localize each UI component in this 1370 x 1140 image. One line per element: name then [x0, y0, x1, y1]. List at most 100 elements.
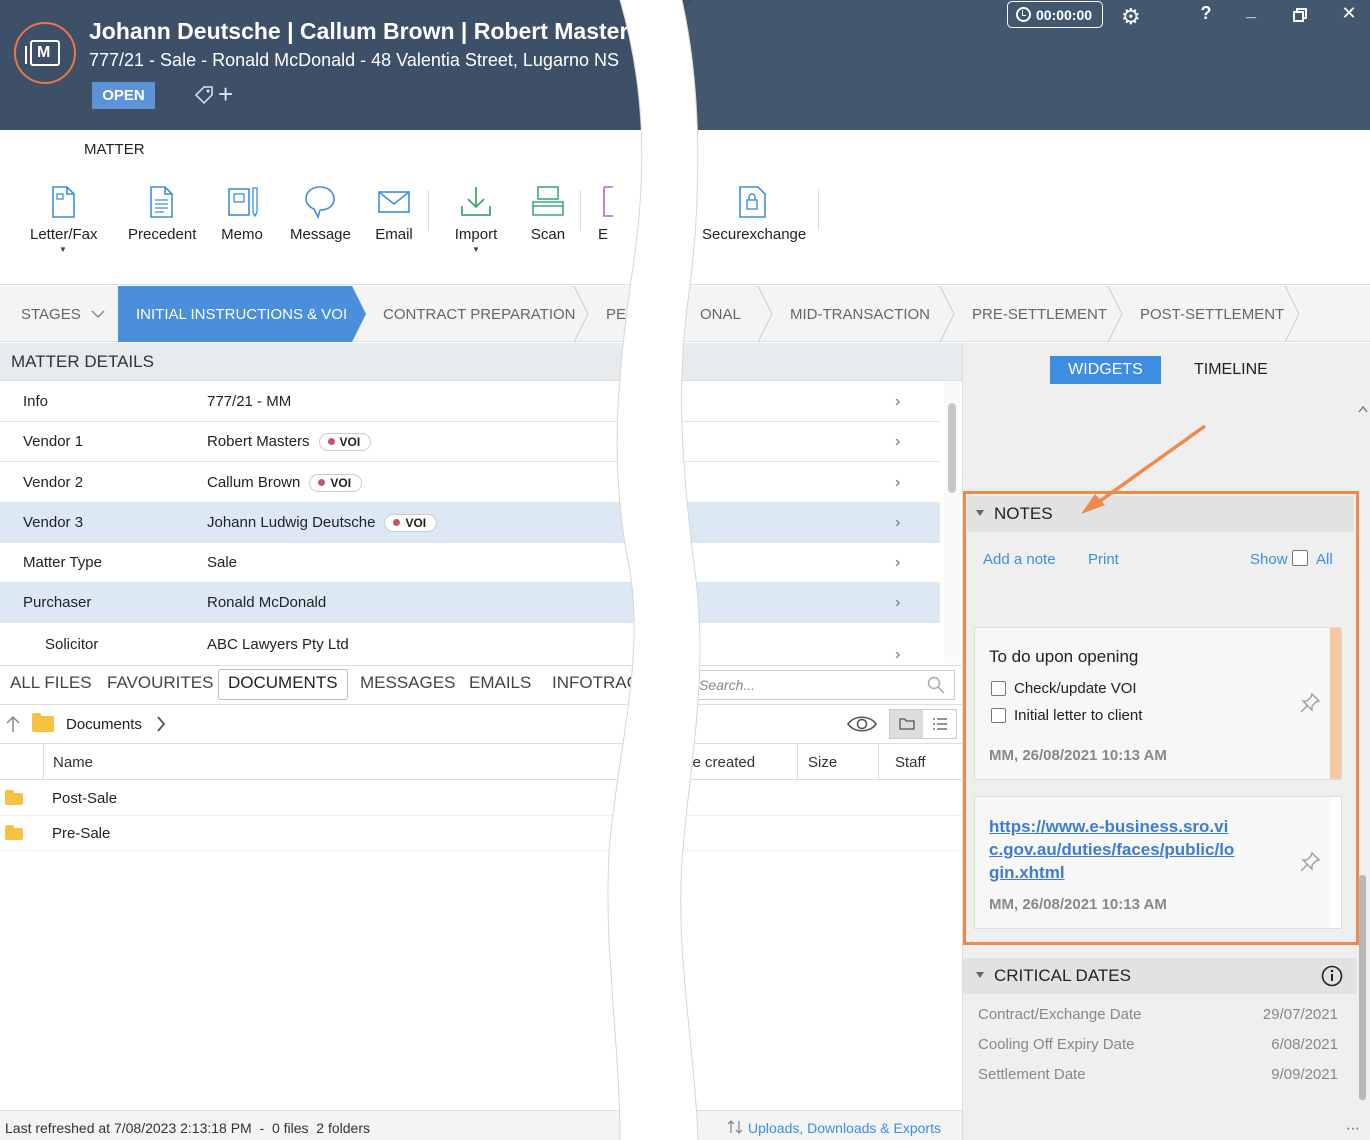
search-input[interactable]: Search... [690, 670, 955, 700]
voi-badge[interactable]: VOI [309, 473, 363, 492]
voi-label: VOI [339, 434, 361, 449]
detail-value: Robert Masters [207, 433, 310, 450]
tab-memos[interactable]: MEMOS [378, 130, 469, 169]
uploads-link[interactable]: Uploads, Downloads & Exports [748, 1120, 941, 1136]
ribbon-separator [428, 190, 429, 230]
email-label: Email [375, 226, 413, 243]
stage-mid-transaction[interactable]: MID-TRANSACTION [790, 286, 930, 342]
column-staff[interactable]: Staff [895, 754, 926, 771]
tab-matter[interactable]: MATTER [67, 130, 162, 169]
letter-fax-button[interactable]: Letter/Fax ▼ [30, 184, 98, 254]
message-label: Message [290, 226, 351, 243]
voi-badge[interactable]: VOI [318, 432, 372, 451]
document-icon [150, 186, 173, 218]
scanner-icon [532, 186, 564, 216]
eye-icon[interactable] [846, 713, 878, 735]
chevron-down-icon: ▼ [59, 245, 67, 254]
chevron-right-icon: › [895, 473, 901, 491]
detail-row-vendor-2[interactable]: Vendor 2 Callum Brown VOI › [0, 463, 940, 503]
tab-emails-files[interactable]: EMAILS [469, 673, 531, 693]
import-button[interactable]: Import ▼ [452, 184, 500, 254]
folder-name: Post-Sale [52, 790, 118, 807]
secure-exchange-icon [739, 186, 766, 218]
detail-label: Info [23, 393, 49, 410]
stage-initial-instructions[interactable]: INITIAL INSTRUCTIONS & VOI [118, 286, 366, 342]
memo-button[interactable]: Memo [220, 184, 264, 243]
detail-row-matter-type[interactable]: Matter Type Sale › [0, 543, 940, 583]
scrollbar-thumb[interactable] [1359, 875, 1366, 1100]
tab-emails[interactable]: EMAILS [293, 130, 382, 169]
detail-label: Solicitor [45, 635, 99, 653]
tab-favourites[interactable]: FAVOURITES [107, 673, 213, 693]
detail-row-vendor-3[interactable]: Vendor 3 Johann Ludwig Deutsche VOI › [0, 503, 940, 543]
view-toggle[interactable] [889, 709, 957, 739]
details-scrollbar[interactable] [944, 383, 960, 663]
gear-icon[interactable]: ⚙ [1121, 4, 1141, 30]
transfer-icon [727, 1120, 743, 1134]
matter-details-heading: MATTER DETAILS [0, 343, 962, 381]
scan-label: Scan [530, 226, 566, 243]
chevron-right-icon: › [895, 593, 901, 611]
download-icon [461, 187, 491, 216]
refresh-status: Last refreshed at 7/08/2023 2:13:18 PM -… [5, 1120, 370, 1136]
minimize-button[interactable]: _ [1239, 0, 1263, 21]
more-icon[interactable]: ⋯ [1346, 1120, 1360, 1137]
table-row[interactable]: Post-Sale [0, 781, 962, 816]
table-row[interactable]: Pre-Sale [0, 816, 962, 851]
stages-dropdown[interactable]: STAGES [21, 286, 105, 342]
critical-date-row[interactable]: Cooling Off Expiry Date 6/08/2021 [978, 1036, 1338, 1053]
status-badge[interactable]: OPEN [92, 82, 155, 109]
detail-label: Vendor 1 [23, 433, 84, 450]
list-view-button[interactable] [923, 710, 956, 738]
detail-row-vendor-1[interactable]: Vendor 1 Robert Masters VOI › [0, 422, 940, 462]
column-header-row: Name ate created Size Staff [0, 744, 962, 780]
search-icon[interactable] [927, 676, 945, 694]
tab-file[interactable]: FILE [1, 130, 67, 169]
critical-dates-header[interactable]: CRITICAL DATES [963, 958, 1357, 994]
email-button[interactable]: Email [374, 184, 414, 243]
arrow-annotation [1081, 424, 1207, 514]
column-size[interactable]: Size [808, 754, 837, 771]
chevron-down-icon: ▼ [472, 245, 480, 254]
detail-row-purchaser[interactable]: Purchaser Ronald McDonald › [0, 583, 940, 623]
folder-view-button[interactable] [890, 710, 923, 738]
detail-row-info[interactable]: Info 777/21 - MM › [0, 382, 940, 422]
tab-intake-forms[interactable]: INTAKE FORMS [157, 130, 302, 169]
widgets-tab[interactable]: WIDGETS [1050, 356, 1161, 384]
add-tag-button[interactable]: + [218, 80, 233, 108]
tab-events[interactable]: EVENTS [467, 130, 561, 169]
tag-icon[interactable] [193, 84, 215, 106]
timeline-tab[interactable]: TIMELINE [1194, 361, 1268, 379]
tab-messages[interactable]: MESSAGES [360, 673, 455, 693]
envelope-icon [378, 191, 410, 213]
torn-edge-overlay [607, 0, 701, 1140]
voi-badge[interactable]: VOI [384, 513, 438, 532]
precedent-label: Precedent [128, 226, 197, 243]
stage-pre-settlement[interactable]: PRE-SETTLEMENT [972, 286, 1107, 342]
critical-date-row[interactable]: Settlement Date 9/09/2021 [978, 1066, 1338, 1083]
restore-button[interactable] [1292, 7, 1308, 23]
scrollbar-thumb[interactable] [948, 403, 956, 493]
timer-button[interactable]: 00:00:00 [1007, 1, 1103, 28]
stage-contract-preparation[interactable]: CONTRACT PREPARATION [383, 286, 576, 342]
detail-row-solicitor[interactable]: Solicitor ABC Lawyers Pty Ltd › [0, 624, 940, 664]
status-dot-icon [393, 519, 401, 526]
help-button[interactable]: ? [1194, 3, 1218, 24]
detail-value: Johann Ludwig Deutsche [207, 514, 376, 531]
stage-post-settlement[interactable]: POST-SETTLEMENT [1140, 286, 1284, 342]
close-button[interactable]: ✕ [1337, 3, 1361, 24]
stage-chevron [573, 286, 589, 342]
chevron-right-icon: › [895, 646, 901, 663]
column-name[interactable]: Name [53, 754, 93, 771]
precedent-button[interactable]: Precedent [128, 184, 197, 243]
tab-all-files[interactable]: ALL FILES [10, 673, 92, 693]
message-button[interactable]: Message [290, 184, 351, 243]
path-bar [0, 706, 962, 744]
arrow-up-icon[interactable] [5, 715, 21, 733]
scan-button[interactable]: Scan [528, 184, 568, 243]
info-icon[interactable] [1321, 965, 1343, 987]
matter-subtitle: 777/21 - Sale - Ronald McDonald - 48 Val… [89, 50, 619, 70]
critical-date-row[interactable]: Contract/Exchange Date 29/07/2021 [978, 1006, 1338, 1023]
breadcrumb-documents[interactable]: Documents [66, 716, 142, 733]
tab-documents[interactable]: DOCUMENTS [218, 669, 348, 700]
